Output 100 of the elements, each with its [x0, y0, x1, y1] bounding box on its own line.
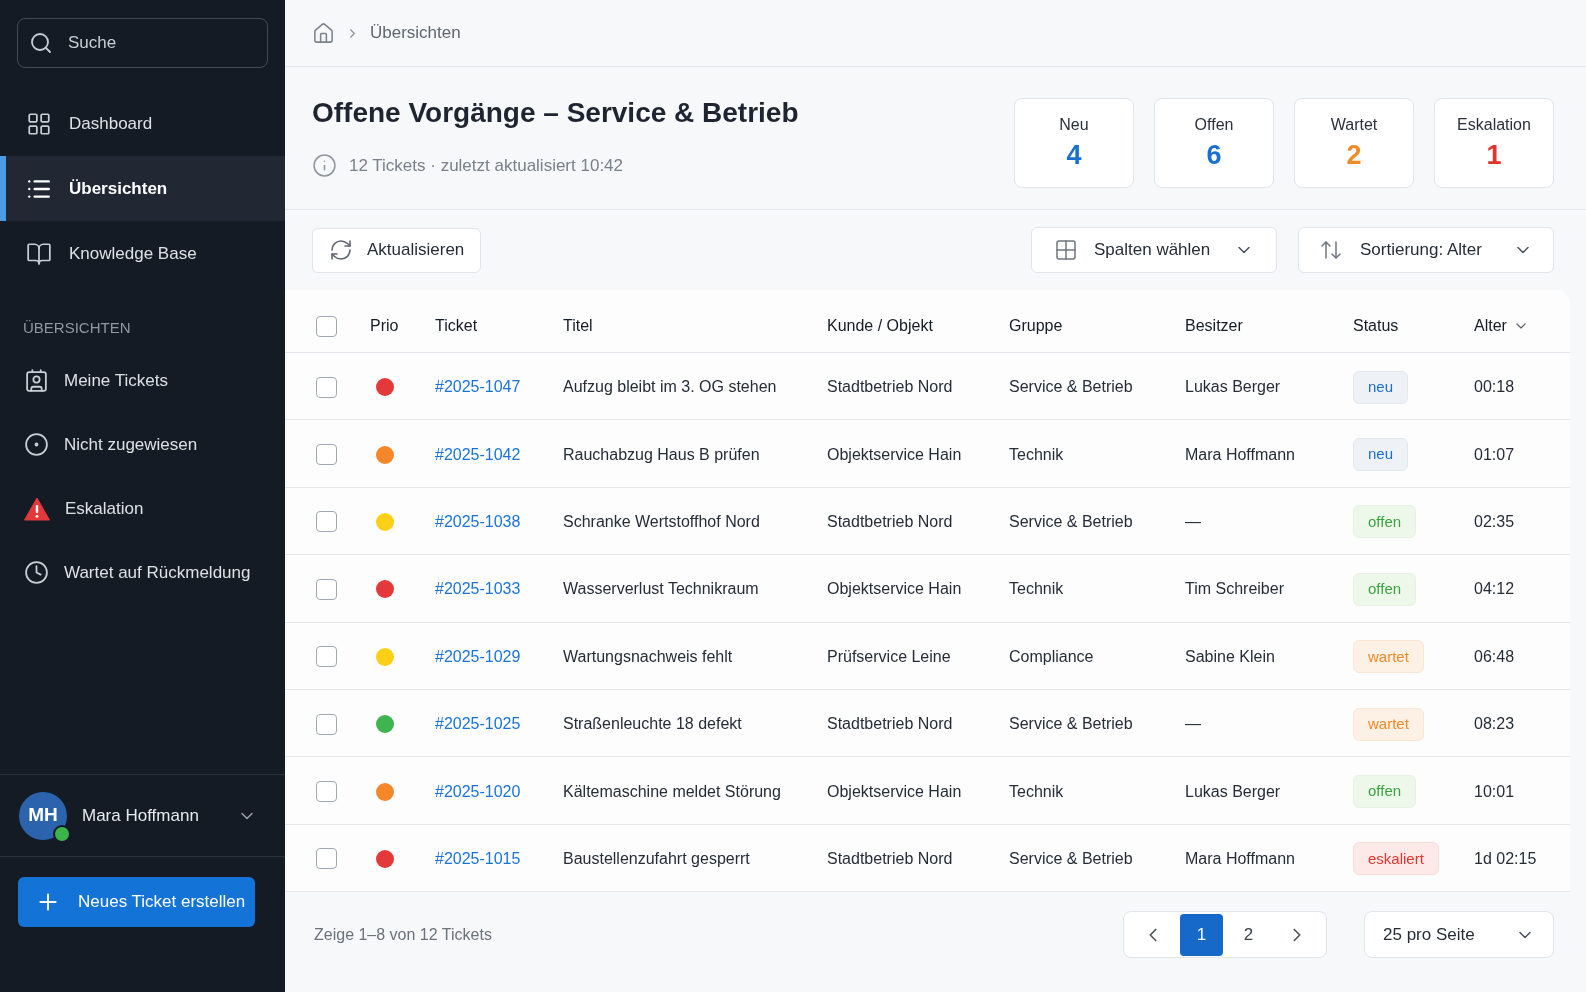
status-badge: eskaliert	[1353, 842, 1439, 876]
ticket-link[interactable]: #2025-1033	[435, 577, 563, 602]
table-cell-text: —	[1185, 714, 1202, 735]
per-page-dropdown[interactable]: 25 pro Seite	[1364, 911, 1554, 959]
row-checkbox[interactable]	[316, 376, 337, 398]
ticket-link[interactable]: #2025-1029	[435, 644, 563, 669]
row-checkbox[interactable]	[316, 848, 337, 870]
column-header[interactable]: Gruppe	[1009, 314, 1063, 338]
stat-value: 1	[1486, 139, 1502, 171]
row-checkbox[interactable]	[316, 713, 337, 735]
stat-card[interactable]: Wartet 2	[1294, 98, 1414, 188]
table-cell-text: Service & Betrieb	[1009, 848, 1134, 869]
ticket-link[interactable]: #2025-1047	[435, 375, 563, 400]
row-checkbox[interactable]	[316, 781, 337, 803]
table-cell-text: Mara Hoffmann	[1185, 444, 1296, 465]
table-cell-text: —	[1185, 511, 1202, 532]
column-header[interactable]: Besitzer	[1185, 314, 1243, 338]
table-cell-text: Aufzug bleibt im 3. OG stehen	[563, 377, 778, 398]
stat-label: Wartet	[1330, 115, 1378, 135]
user-name: Mara Hoffmann	[82, 804, 200, 827]
row-checkbox[interactable]	[316, 578, 337, 600]
table-cell-text: 00:18	[1474, 377, 1516, 398]
page-button[interactable]: 1	[1180, 913, 1223, 956]
page-button[interactable]: 2	[1227, 913, 1270, 956]
columns-dropdown[interactable]: Spalten wählen	[1031, 227, 1277, 273]
stat-value: 6	[1206, 139, 1222, 171]
sidebar-view-item[interactable]: Meine Tickets	[0, 348, 285, 413]
circle-dot-icon	[24, 432, 49, 457]
status-badge: neu	[1353, 370, 1409, 404]
stat-label: Neu	[1059, 115, 1089, 135]
ticket-link[interactable]: #2025-1025	[435, 712, 563, 737]
table-icon	[1054, 238, 1078, 262]
column-header[interactable]: Titel	[563, 314, 593, 338]
row-checkbox[interactable]	[316, 511, 337, 533]
search-icon	[29, 31, 53, 55]
sort-dropdown[interactable]: Sortierung: Alter	[1298, 227, 1554, 273]
sidebar-nav-item[interactable]: Übersichten	[0, 156, 285, 221]
column-header[interactable]: Kunde / Objekt	[827, 314, 933, 338]
refresh-button[interactable]: Aktualisieren	[312, 227, 482, 273]
search-field[interactable]: Suche	[17, 18, 268, 68]
sidebar-view-item[interactable]: Wartet auf Rückmeldung	[0, 540, 285, 605]
new-ticket-button[interactable]: Neues Ticket erstellen	[18, 877, 255, 927]
table-cell-text: 06:48	[1474, 646, 1516, 667]
ticket-link[interactable]: #2025-1015	[435, 846, 563, 871]
table-cell-text: 02:35	[1474, 511, 1516, 532]
grid-icon	[26, 110, 52, 137]
status-badge: offen	[1353, 775, 1417, 809]
column-header[interactable]: Prio	[370, 314, 399, 338]
column-header[interactable]: Ticket	[435, 314, 478, 338]
warning-icon	[24, 496, 50, 521]
column-header[interactable]: Status	[1353, 314, 1399, 338]
table-cell-text: Service & Betrieb	[1009, 714, 1134, 735]
table-cell-text: Wartungsnachweis fehlt	[563, 646, 734, 667]
table-cell-text: 10:01	[1474, 781, 1516, 802]
table-cell-text: Rauchabzug Haus B prüfen	[563, 444, 761, 465]
breadcrumb-item[interactable]: Übersichten	[370, 20, 461, 46]
table-cell-text: Technik	[1009, 781, 1065, 802]
table-cell-text: Schranke Wertstoffhof Nord	[563, 511, 761, 532]
table-cell-text: Objektservice Hain	[827, 444, 963, 465]
column-header[interactable]: Alter	[1474, 314, 1507, 338]
stat-value: 2	[1346, 139, 1362, 171]
table-cell-text: Lukas Berger	[1185, 781, 1282, 802]
stat-card[interactable]: Neu 4	[1014, 98, 1134, 188]
status-badge: wartet	[1353, 640, 1424, 674]
contact-card-icon	[24, 368, 49, 393]
table-cell-text: Sabine Klein	[1185, 646, 1276, 667]
select-all-checkbox[interactable]	[316, 315, 337, 337]
table-cell-text: Kältemaschine meldet Störung	[563, 781, 782, 802]
table-cell-text: Technik	[1009, 579, 1065, 600]
book-icon	[26, 240, 52, 267]
table-cell-text: 1d 02:15	[1474, 848, 1538, 869]
status-badge: wartet	[1353, 707, 1424, 741]
user-profile[interactable]: MH Mara Hoffmann	[0, 774, 285, 857]
sidebar-view-item[interactable]: Nicht zugewiesen	[0, 412, 285, 477]
status-badge: offen	[1353, 572, 1417, 606]
sidebar-nav-item[interactable]: Dashboard	[0, 91, 285, 156]
table-cell-text: Stadtbetrieb Nord	[827, 714, 954, 735]
table-cell-text: Objektservice Hain	[827, 579, 963, 600]
sidebar-view-item[interactable]: Eskalation	[0, 476, 285, 541]
ticket-link[interactable]: #2025-1042	[435, 442, 563, 467]
table-cell-text: 08:23	[1474, 714, 1516, 735]
stat-label: Eskalation	[1457, 115, 1531, 135]
table-cell-text: Objektservice Hain	[827, 781, 963, 802]
sort-arrows-icon	[1319, 238, 1343, 262]
row-checkbox[interactable]	[316, 444, 337, 466]
stat-card[interactable]: Offen 6	[1154, 98, 1274, 188]
table-cell-text: Compliance	[1009, 646, 1095, 667]
table-cell-text: Stadtbetrieb Nord	[827, 377, 954, 398]
home-icon[interactable]	[312, 21, 335, 45]
table-cell-text: Straßenleuchte 18 defekt	[563, 714, 743, 735]
ticket-link[interactable]: #2025-1038	[435, 509, 563, 534]
stat-card[interactable]: Eskalation 1	[1434, 98, 1554, 188]
ticket-link[interactable]: #2025-1020	[435, 779, 563, 804]
row-checkbox[interactable]	[316, 646, 337, 668]
status-badge: neu	[1353, 438, 1409, 472]
refresh-icon	[329, 238, 353, 262]
table-cell-text: 04:12	[1474, 579, 1516, 600]
table-cell-text: Service & Betrieb	[1009, 377, 1134, 398]
table-cell-text: Baustellenzufahrt gesperrt	[563, 848, 751, 869]
sidebar-nav-item[interactable]: Knowledge Base	[0, 221, 285, 286]
